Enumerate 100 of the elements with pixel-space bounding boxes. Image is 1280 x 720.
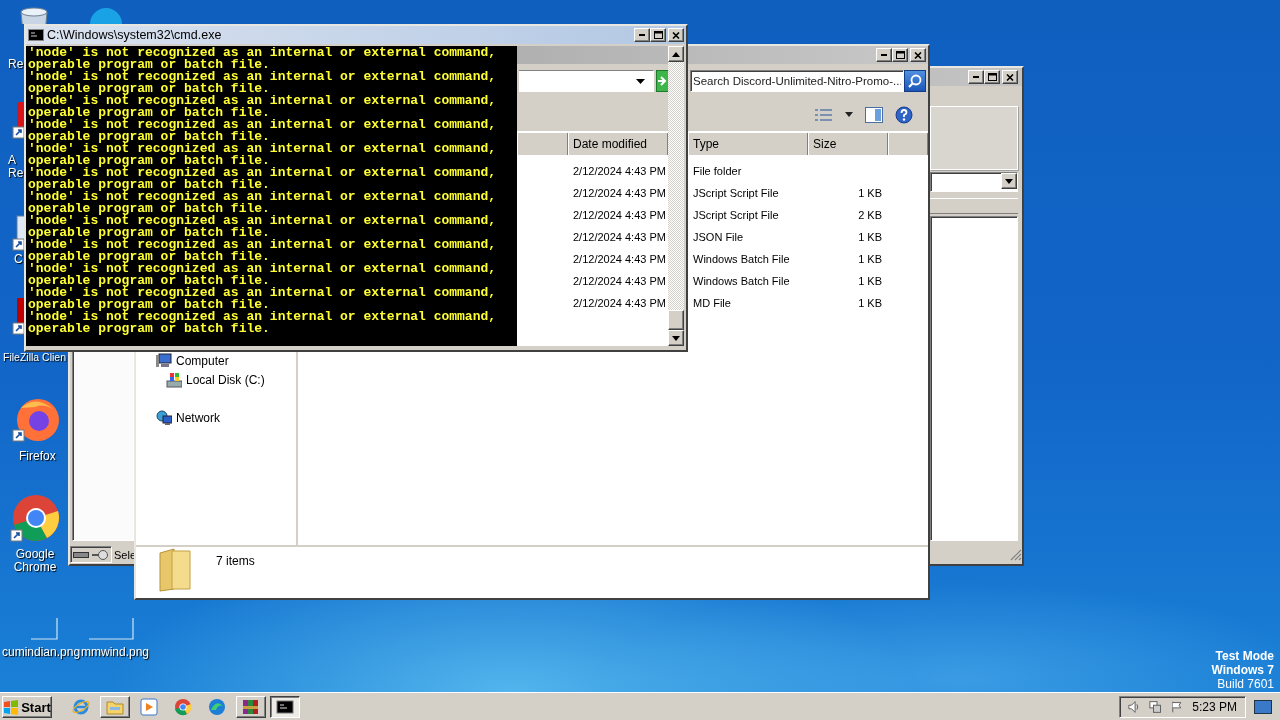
- e-logo-icon: [72, 698, 90, 716]
- table-cell-text: 2/12/2024 4:43 PM: [572, 231, 667, 243]
- arrow-icon: [658, 76, 667, 86]
- close-button[interactable]: [910, 48, 926, 62]
- scroll-thumb[interactable]: [668, 310, 684, 330]
- play-icon: [140, 698, 158, 716]
- table-cell-text: 1 KB: [857, 297, 883, 309]
- nav-item[interactable]: Computer: [156, 351, 296, 370]
- icon-label: C: [14, 253, 23, 266]
- caret-icon: [1005, 178, 1013, 184]
- books-icon: [242, 698, 260, 716]
- start-button[interactable]: Start: [2, 696, 52, 718]
- windows-logo-icon: [3, 699, 20, 715]
- column-header[interactable]: Date modified: [568, 133, 668, 155]
- table-cell-text: 1 KB: [857, 275, 883, 287]
- nav-item[interactable]: Network: [156, 408, 296, 427]
- search-field[interactable]: Search Discord-Unlimited-Nitro-Promo-...: [690, 70, 904, 92]
- column-header[interactable]: [888, 133, 928, 155]
- maximize-button[interactable]: [892, 48, 908, 62]
- icon-label: Re: [8, 58, 24, 71]
- caret-icon[interactable]: [845, 112, 853, 117]
- close-icon: [672, 31, 680, 39]
- table-cell-text: MD File: [692, 297, 732, 309]
- close-button[interactable]: [1002, 70, 1018, 84]
- go-button[interactable]: [656, 70, 668, 92]
- column-header[interactable]: Type: [688, 133, 808, 155]
- maximize-button[interactable]: [984, 70, 1000, 84]
- console-line: 'node' is not recognized as an internal or external command,: [28, 167, 498, 179]
- scroll-down-button[interactable]: [668, 330, 684, 346]
- table-cell-text: 2/12/2024 4:43 PM: [572, 275, 667, 287]
- console-line: operable program or batch file.: [28, 131, 270, 143]
- table-cell-text: JScript Script File: [692, 209, 780, 221]
- table-cell-text: 1 KB: [857, 231, 883, 243]
- system-info-text: Test Mode: [1215, 649, 1274, 663]
- help-icon[interactable]: [895, 105, 913, 124]
- maximize-button[interactable]: [650, 28, 666, 42]
- icon-label: mmwind.png: [81, 646, 150, 659]
- console-line: 'node' is not recognized as an internal or external command,: [28, 311, 498, 323]
- system-info-text: Build 7601: [1217, 677, 1274, 691]
- table-cell-text: JSON File: [692, 231, 745, 243]
- minimize-icon: [639, 34, 645, 36]
- nav-item[interactable]: Local Disk (C:): [166, 370, 296, 389]
- table-cell-text: Windows Batch File: [692, 253, 791, 265]
- console-line: operable program or batch file.: [28, 83, 270, 95]
- console-line: operable program or batch file.: [28, 59, 270, 71]
- console-line: 'node' is not recognized as an internal or external command,: [28, 47, 498, 59]
- browser-icon: [174, 698, 192, 716]
- table-cell-text: 2/12/2024 4:43 PM: [572, 165, 667, 177]
- icon-label: FileZilla Clien: [3, 351, 66, 364]
- table-cell-text: 2/12/2024 4:43 PM: [572, 297, 667, 309]
- swirl-icon: [208, 698, 226, 716]
- up-arrow-icon: [672, 51, 680, 57]
- address-field[interactable]: [519, 70, 654, 92]
- table-cell-text: 1 KB: [857, 187, 883, 199]
- maximize-icon: [895, 51, 905, 59]
- icon-label: Firefox: [19, 450, 56, 463]
- folder-icon: [106, 698, 124, 716]
- network-icon[interactable]: [1149, 700, 1162, 714]
- console-line: operable program or batch file.: [28, 155, 270, 167]
- console-line: operable program or batch file.: [28, 203, 270, 215]
- minimize-button[interactable]: [634, 28, 650, 42]
- caret-icon: [636, 78, 645, 84]
- close-button[interactable]: [668, 28, 684, 42]
- system-info-text: Windows 7: [1211, 663, 1274, 677]
- taskbar-button[interactable]: [270, 696, 300, 718]
- close-icon: [914, 51, 922, 59]
- network-icon: [156, 409, 172, 426]
- table-cell-text: File folder: [692, 165, 743, 177]
- minimize-icon: [881, 54, 887, 56]
- minimize-button[interactable]: [968, 70, 984, 84]
- console-line: 'node' is not recognized as an internal or external command,: [28, 215, 498, 227]
- console-line: operable program or batch file.: [28, 227, 270, 239]
- preview-pane-icon[interactable]: [865, 106, 883, 123]
- console-line: 'node' is not recognized as an internal or external command,: [28, 143, 498, 155]
- status-text: 7 items: [216, 554, 255, 568]
- console-line: 'node' is not recognized as an internal or external command,: [28, 287, 498, 299]
- console-line: operable program or batch file.: [28, 323, 271, 335]
- search-icon: [908, 74, 922, 88]
- console-line: 'node' is not recognized as an internal or external command,: [28, 191, 498, 203]
- browser-icon[interactable]: [10, 494, 60, 544]
- table-cell-text: 2/12/2024 4:43 PM: [572, 209, 667, 221]
- browser-icon[interactable]: [12, 396, 60, 444]
- column-header[interactable]: Size: [808, 133, 888, 155]
- dropdown-field[interactable]: [930, 172, 1018, 192]
- window-title: C:\Windows\system32\cmd.exe: [47, 28, 222, 42]
- icon-label: A Re: [8, 154, 24, 180]
- console-line: operable program or batch file.: [28, 107, 270, 119]
- icon-label: cumindian.png: [2, 646, 81, 659]
- search-button[interactable]: [904, 70, 926, 92]
- console-line: operable program or batch file.: [28, 299, 270, 311]
- console-line: operable program or batch file.: [28, 179, 270, 191]
- scroll-up-button[interactable]: [668, 46, 684, 62]
- disk-icon: [166, 371, 182, 388]
- monitor-icon[interactable]: [1254, 700, 1272, 714]
- console-line: 'node' is not recognized as an internal or external command,: [28, 239, 498, 251]
- speaker-icon[interactable]: [1128, 700, 1141, 714]
- console-icon: [28, 29, 44, 41]
- minimize-button[interactable]: [876, 48, 892, 62]
- flag-icon[interactable]: [1170, 700, 1184, 714]
- table-cell-text: 1 KB: [857, 253, 883, 265]
